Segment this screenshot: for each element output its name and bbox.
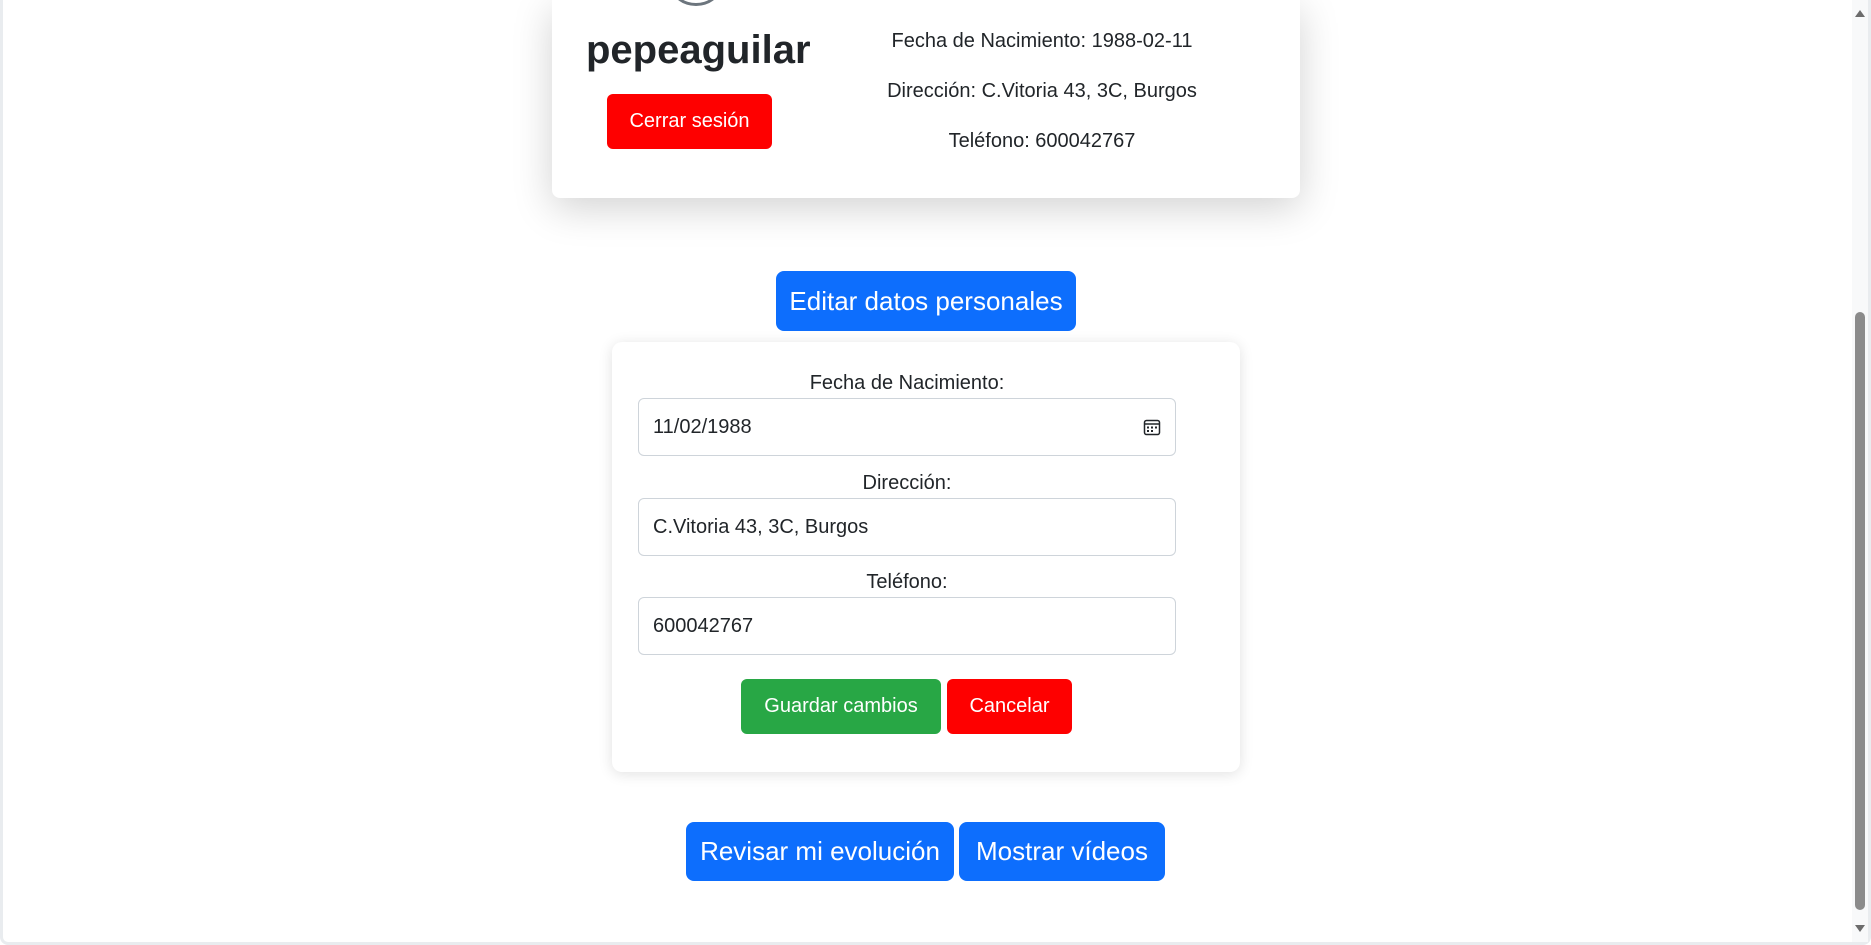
address-field[interactable]: C.Vitoria 43, 3C, Burgos <box>638 498 1176 556</box>
scrollbar-thumb[interactable] <box>1855 312 1865 910</box>
edit-personal-data-button[interactable]: Editar datos personales <box>776 271 1076 331</box>
birth-date-label: Fecha de Nacimiento: <box>809 372 1005 394</box>
scroll-up-icon[interactable] <box>1855 10 1865 17</box>
show-videos-button[interactable]: Mostrar vídeos <box>959 822 1165 881</box>
cancel-button[interactable]: Cancelar <box>947 679 1072 734</box>
review-evolution-button[interactable]: Revisar mi evolución <box>686 822 954 881</box>
vertical-scrollbar[interactable] <box>1852 0 1868 942</box>
address-value: C.Vitoria 43, 3C, Burgos <box>653 515 869 538</box>
username: pepeaguilar <box>586 28 811 72</box>
calendar-icon[interactable] <box>1143 418 1161 436</box>
birth-date-value: 11/02/1988 <box>653 415 752 438</box>
scroll-down-icon[interactable] <box>1855 925 1865 932</box>
address-info: Dirección: C.Vitoria 43, 3C, Burgos <box>887 80 1197 102</box>
address-label: Dirección: <box>862 472 952 494</box>
phone-info: Teléfono: 600042767 <box>948 130 1136 152</box>
phone-label: Teléfono: <box>866 571 948 593</box>
birth-date-info: Fecha de Nacimiento: 1988-02-11 <box>891 30 1193 52</box>
birth-date-field[interactable]: 11/02/1988 <box>638 398 1176 456</box>
save-changes-button[interactable]: Guardar cambios <box>741 679 941 734</box>
phone-field[interactable]: 600042767 <box>638 597 1176 655</box>
logout-button[interactable]: Cerrar sesión <box>607 94 772 149</box>
phone-value: 600042767 <box>653 614 754 637</box>
